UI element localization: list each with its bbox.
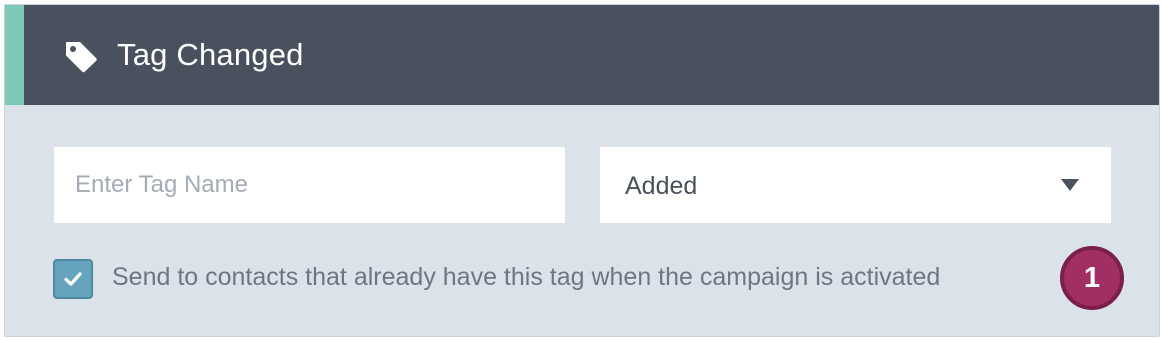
panel-header: Tag Changed: [5, 5, 1159, 105]
select-value: Added: [625, 172, 698, 200]
tag-name-input[interactable]: [54, 147, 565, 223]
caret-down-icon: [1061, 179, 1079, 191]
header-accent-bar: [5, 5, 24, 105]
step-number-badge: 1: [1060, 246, 1124, 310]
tag-changed-panel: Tag Changed Added Send to contacts that …: [4, 4, 1160, 337]
existing-contacts-checkbox[interactable]: [53, 259, 93, 299]
tag-icon: [66, 42, 97, 73]
tag-change-type-select[interactable]: Added: [600, 147, 1111, 223]
checkmark-icon: [64, 272, 82, 286]
panel-title: Tag Changed: [117, 37, 304, 72]
existing-contacts-label[interactable]: Send to contacts that already have this …: [112, 261, 940, 293]
